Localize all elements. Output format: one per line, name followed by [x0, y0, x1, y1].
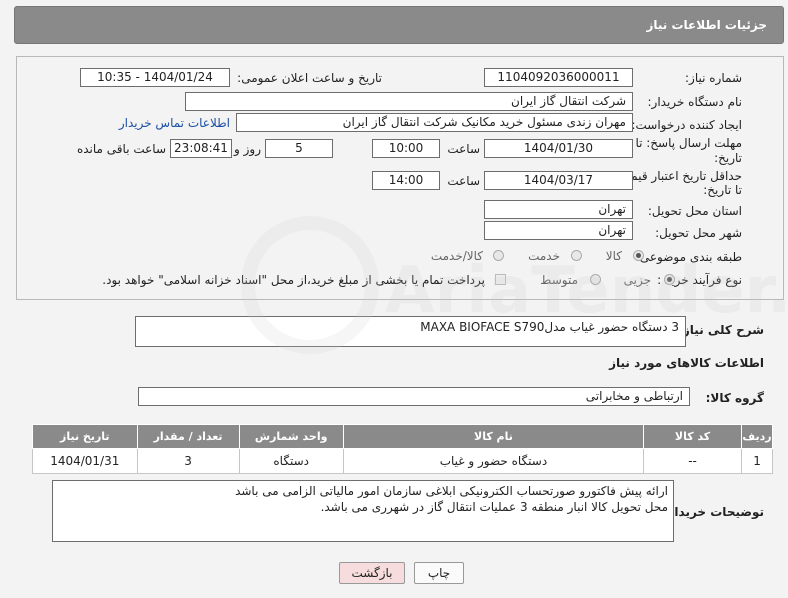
goods-group-field: ارتباطی و مخابراتی	[138, 387, 690, 406]
process-radio-minor[interactable]	[664, 274, 675, 285]
remaining-time-field: 23:08:41	[170, 139, 232, 158]
buyer-notes-line-2: محل تحویل کالا انبار منطقه 3 عملیات انتق…	[320, 500, 668, 514]
days-label: روز و	[234, 142, 261, 156]
cell-unit: دستگاه	[238, 448, 344, 474]
price-valid-date-field: 1404/03/17	[484, 171, 633, 190]
page-title: جزئیات اطلاعات نیاز	[646, 18, 767, 32]
category-label: طبقه بندی موضوعی:	[635, 250, 742, 264]
buyer-org-label: نام دستگاه خریدار:	[647, 95, 743, 109]
category-option-goods: کالا	[605, 249, 622, 263]
treasury-payment-checkbox[interactable]	[495, 274, 506, 285]
back-button[interactable]: بازگشت	[339, 562, 405, 584]
print-button[interactable]: چاپ	[414, 562, 464, 584]
city-field: تهران	[484, 221, 633, 240]
payment-note: پرداخت تمام یا بخشی از مبلغ خرید،از محل …	[102, 273, 485, 287]
category-radio-goods[interactable]	[633, 250, 644, 261]
reply-time-field: 10:00	[372, 139, 440, 158]
cell-qty: 3	[136, 448, 240, 474]
buyer-contact-link[interactable]: اطلاعات تماس خریدار	[119, 116, 230, 130]
province-field: تهران	[484, 200, 633, 219]
reply-time-label: ساعت	[447, 142, 480, 156]
panel-header: جزئیات اطلاعات نیاز	[14, 6, 784, 44]
col-name: نام کالا	[342, 424, 645, 449]
city-label: شهر محل تحویل:	[655, 226, 742, 240]
process-radio-medium[interactable]	[590, 274, 601, 285]
goods-group-label: گروه کالا:	[705, 391, 764, 405]
description-label: شرح کلی نیاز:	[678, 323, 764, 337]
category-option-service: خدمت	[528, 249, 560, 263]
province-label: استان محل تحویل:	[647, 204, 742, 218]
category-radio-goods-service[interactable]	[493, 250, 504, 261]
days-field: 5	[265, 139, 333, 158]
remaining-label: ساعت باقی مانده	[76, 142, 166, 156]
col-qty: تعداد / مقدار	[136, 424, 240, 449]
buyer-notes-label: توضیحات خریدار:	[662, 505, 764, 519]
description-field: 3 دستگاه حضور غیاب مدلMAXA BIOFACE S790	[135, 316, 686, 347]
price-valid-time-label: ساعت	[447, 174, 480, 188]
price-valid-time-field: 14:00	[372, 171, 440, 190]
cell-code: --	[643, 448, 743, 474]
col-code: کد کالا	[643, 424, 743, 449]
reply-date-field: 1404/01/30	[484, 139, 633, 158]
goods-section-title: اطلاعات کالاهای مورد نیاز	[609, 356, 764, 370]
cell-date: 1404/01/31	[32, 448, 138, 474]
price-valid-label: حداقل تاریخ اعتبار قیمت:	[615, 169, 742, 183]
goods-table-header: ردیف کد کالا نام کالا واحد شمارش تعداد /…	[32, 424, 773, 449]
need-number-label: شماره نیاز:	[685, 71, 742, 85]
need-number-field: 1104092036000011	[484, 68, 633, 87]
col-row: ردیف	[741, 424, 773, 449]
price-valid-label-2: تا تاریخ:	[703, 183, 742, 197]
process-option-medium: متوسط	[540, 273, 578, 287]
col-unit: واحد شمارش	[238, 424, 344, 449]
table-row: 1 -- دستگاه حضور و غیاب دستگاه 3 1404/01…	[32, 448, 773, 474]
cell-name: دستگاه حضور و غیاب	[342, 448, 645, 474]
process-option-minor: جزیی	[623, 273, 651, 287]
announce-field: 1404/01/24 - 10:35	[80, 68, 230, 87]
buyer-notes-line-1: ارائه پیش فاکتورو صورتحساب الکترونیکی اب…	[235, 484, 668, 498]
announce-label: تاریخ و ساعت اعلان عمومی:	[237, 71, 382, 85]
col-date: تاریخ نیاز	[32, 424, 138, 449]
goods-table: ردیف کد کالا نام کالا واحد شمارش تعداد /…	[32, 424, 773, 474]
reply-deadline-label-2: تاریخ:	[714, 151, 742, 165]
reply-deadline-label: مهلت ارسال پاسخ: تا	[635, 136, 742, 150]
creator-label: ایجاد کننده درخواست:	[631, 118, 742, 132]
description-text: 3 دستگاه حضور غیاب مدلMAXA BIOFACE S790	[420, 320, 679, 334]
category-radio-service[interactable]	[571, 250, 582, 261]
creator-field: مهران زندی مسئول خرید مکانیک شرکت انتقال…	[236, 113, 633, 132]
buyer-notes-field: ارائه پیش فاکتورو صورتحساب الکترونیکی اب…	[52, 480, 674, 542]
category-option-goods-service: کالا/خدمت	[430, 249, 483, 263]
buyer-org-field: شرکت انتقال گاز ایران	[185, 92, 633, 111]
cell-row: 1	[741, 448, 773, 474]
